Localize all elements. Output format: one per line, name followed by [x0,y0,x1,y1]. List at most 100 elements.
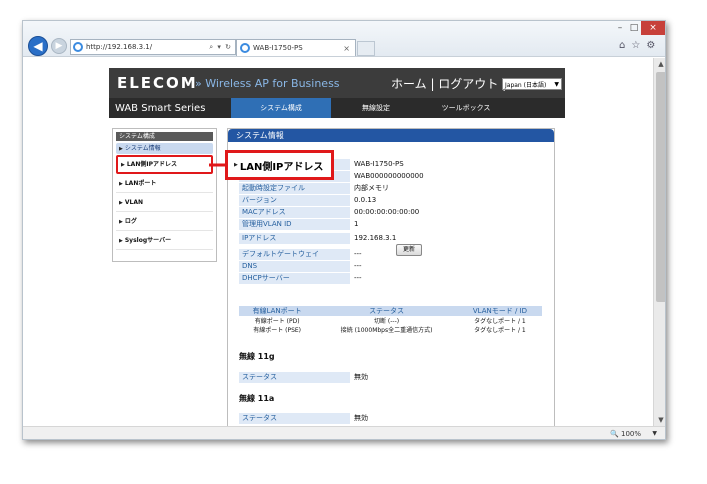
triangle-right-icon: ▶ [119,200,123,206]
home-icon[interactable]: ⌂ [619,40,625,51]
ie-logo-icon [73,42,83,52]
series-name: WAB Smart Series [115,103,206,114]
close-window-button[interactable]: × [641,21,665,35]
arrow-right-icon: ▶ [55,41,63,51]
product-tagline: » Wireless AP for Business [195,77,340,90]
table-cell: 切断 (---) [374,318,400,325]
address-bar[interactable]: http://192.168.3.1/ ⌕ ▾ ↻ [70,39,236,55]
table-cell: 有線ポート (PSE) [253,327,302,334]
scrollbar-thumb[interactable] [656,72,665,302]
main-menu: WAB Smart Series システム構成 無線設定 ツールボックス [109,98,565,118]
row-key: IPアドレス [239,233,350,244]
back-button[interactable]: ◀ [28,36,48,56]
row-value: --- [354,250,362,258]
home-logout-links[interactable]: ホーム | ログアウト | [391,75,506,92]
sidebar-item-log[interactable]: ▶ ログ [116,212,213,231]
sidebar-item-lan-ip[interactable]: ▶ LAN側IPアドレス [116,155,213,174]
scroll-up-icon[interactable]: ▲ [654,58,665,70]
row-key: デフォルトゲートウェイ [239,249,350,260]
sidebar: システム構成 ▶ システム情報 ▶ LAN側IPアドレス ▶ LANポート ▶ VLAN… [112,128,217,262]
table-header: ステータス [315,306,458,316]
wireless-11a-title: 無線 11a [239,394,275,403]
row-key: DNS [239,261,350,272]
chevron-down-icon: ▼ [554,80,559,88]
sidebar-header: システム構成 [116,132,213,141]
chevron-down-icon[interactable]: ▼ [652,430,657,437]
status-bar: 🔍 100% ▼ [23,426,665,439]
info-row: デフォルトゲートウェイ --- [239,249,362,260]
row-value: 内部メモリ [354,184,389,192]
row-key: ステータス [239,372,350,383]
maximize-button[interactable]: □ [627,21,641,35]
table-header-row: 有線LANポート ステータス VLANモード / ID [239,306,542,316]
row-value: WAB000000000000 [354,172,424,180]
vertical-scrollbar[interactable]: ▲ ▼ [653,58,665,426]
callout-connector [209,163,225,167]
ie-logo-icon [240,43,250,53]
language-select[interactable]: Japan (日本語) ▼ [502,78,562,90]
table-cell: タグなしポート / 1 [474,318,526,325]
wireless-11a-status-row: ステータス 無効 [239,413,368,424]
table-cell: タグなしポート / 1 [474,327,526,334]
row-value: 192.168.3.1 [354,234,397,242]
table-header: 有線LANポート [239,306,316,316]
router-admin-page: ELECOM » Wireless AP for Business ホーム | … [109,68,565,426]
triangle-right-icon: ▶ [119,181,123,187]
row-key: DHCPサーバー [239,273,350,284]
sidebar-item-syslog[interactable]: ▶ Syslogサーバー [116,231,213,250]
triangle-right-icon: ▶ [119,238,123,244]
lan-port-table: 有線LANポート ステータス VLANモード / ID 有線ポート (PD) 切… [239,306,542,334]
row-value: 1 [354,220,359,228]
wireless-11g-status-row: ステータス 無効 [239,372,368,383]
sidebar-item-vlan[interactable]: ▶ VLAN [116,193,213,212]
language-value: Japan (日本語) [505,81,547,89]
triangle-right-icon: ▶ [119,219,123,225]
table-cell: 有線ポート (PD) [254,318,300,325]
update-button[interactable]: 更新 [396,244,423,256]
callout-text: LAN側IPアドレス [239,161,324,173]
triangle-right-icon: ▶ [121,162,125,168]
triangle-right-icon: ▶ [119,146,123,152]
menu-wireless-settings[interactable]: 無線設定 [331,98,421,118]
callout-annotation: ▶ LAN側IPアドレス [225,150,334,180]
settings-gear-icon[interactable]: ⚙ [646,40,655,51]
row-value: 無効 [354,373,368,381]
info-row: DHCPサーバー --- [239,273,362,284]
browser-chrome: ◀ ▶ http://192.168.3.1/ ⌕ ▾ ↻ WAB-I1750-… [23,21,665,57]
row-value: 0.0.13 [354,196,377,204]
tab-close-button[interactable]: × [343,44,350,53]
row-value: 00:00:00:00:00:00 [354,208,420,216]
row-key: 管理用VLAN ID [239,219,350,230]
scroll-down-icon[interactable]: ▼ [654,414,665,426]
browser-window: ◀ ▶ http://192.168.3.1/ ⌕ ▾ ↻ WAB-I1750-… [22,20,666,440]
table-cell: 接続 (1000Mbps全二重通信方式) [340,327,433,334]
forward-button[interactable]: ▶ [51,38,67,54]
triangle-right-icon: ▶ [234,162,238,168]
info-row: IPアドレス 192.168.3.1 [239,233,396,244]
wireless-11g-title: 無線 11g [239,352,275,361]
info-row: DNS --- [239,261,362,272]
minimize-button[interactable]: – [613,21,627,35]
favorites-star-icon[interactable]: ☆ [631,40,640,51]
browser-tool-icons: ⌂ ☆ ⚙ [619,40,655,51]
new-tab-button[interactable] [357,41,375,56]
table-header: VLANモード / ID [457,306,542,316]
tab-title: WAB-I1750-PS [253,44,303,52]
arrow-left-icon: ◀ [33,39,43,53]
zoom-level[interactable]: 🔍 100% [610,430,641,438]
sidebar-item-system-info[interactable]: ▶ システム情報 [116,143,213,154]
address-url[interactable]: http://192.168.3.1/ [86,43,209,51]
sidebar-item-lan-port[interactable]: ▶ LANポート [116,174,213,193]
brand-bar: ELECOM » Wireless AP for Business ホーム | … [109,68,565,98]
menu-system-config[interactable]: システム構成 [231,98,331,118]
row-value: 無効 [354,414,368,422]
menu-toolbox[interactable]: ツールボックス [421,98,511,118]
row-value: --- [354,262,362,270]
browser-tab[interactable]: WAB-I1750-PS × [236,39,356,56]
table-row: 有線ポート (PSE) 接続 (1000Mbps全二重通信方式) タグなしポート… [239,325,542,334]
address-controls[interactable]: ⌕ ▾ ↻ [209,43,232,52]
row-value: WAB-I1750-PS [354,160,404,168]
elecom-logo: ELECOM [117,74,198,92]
info-row: 起動時設定ファイル 内部メモリ [239,183,389,194]
row-key: バージョン [239,195,350,206]
